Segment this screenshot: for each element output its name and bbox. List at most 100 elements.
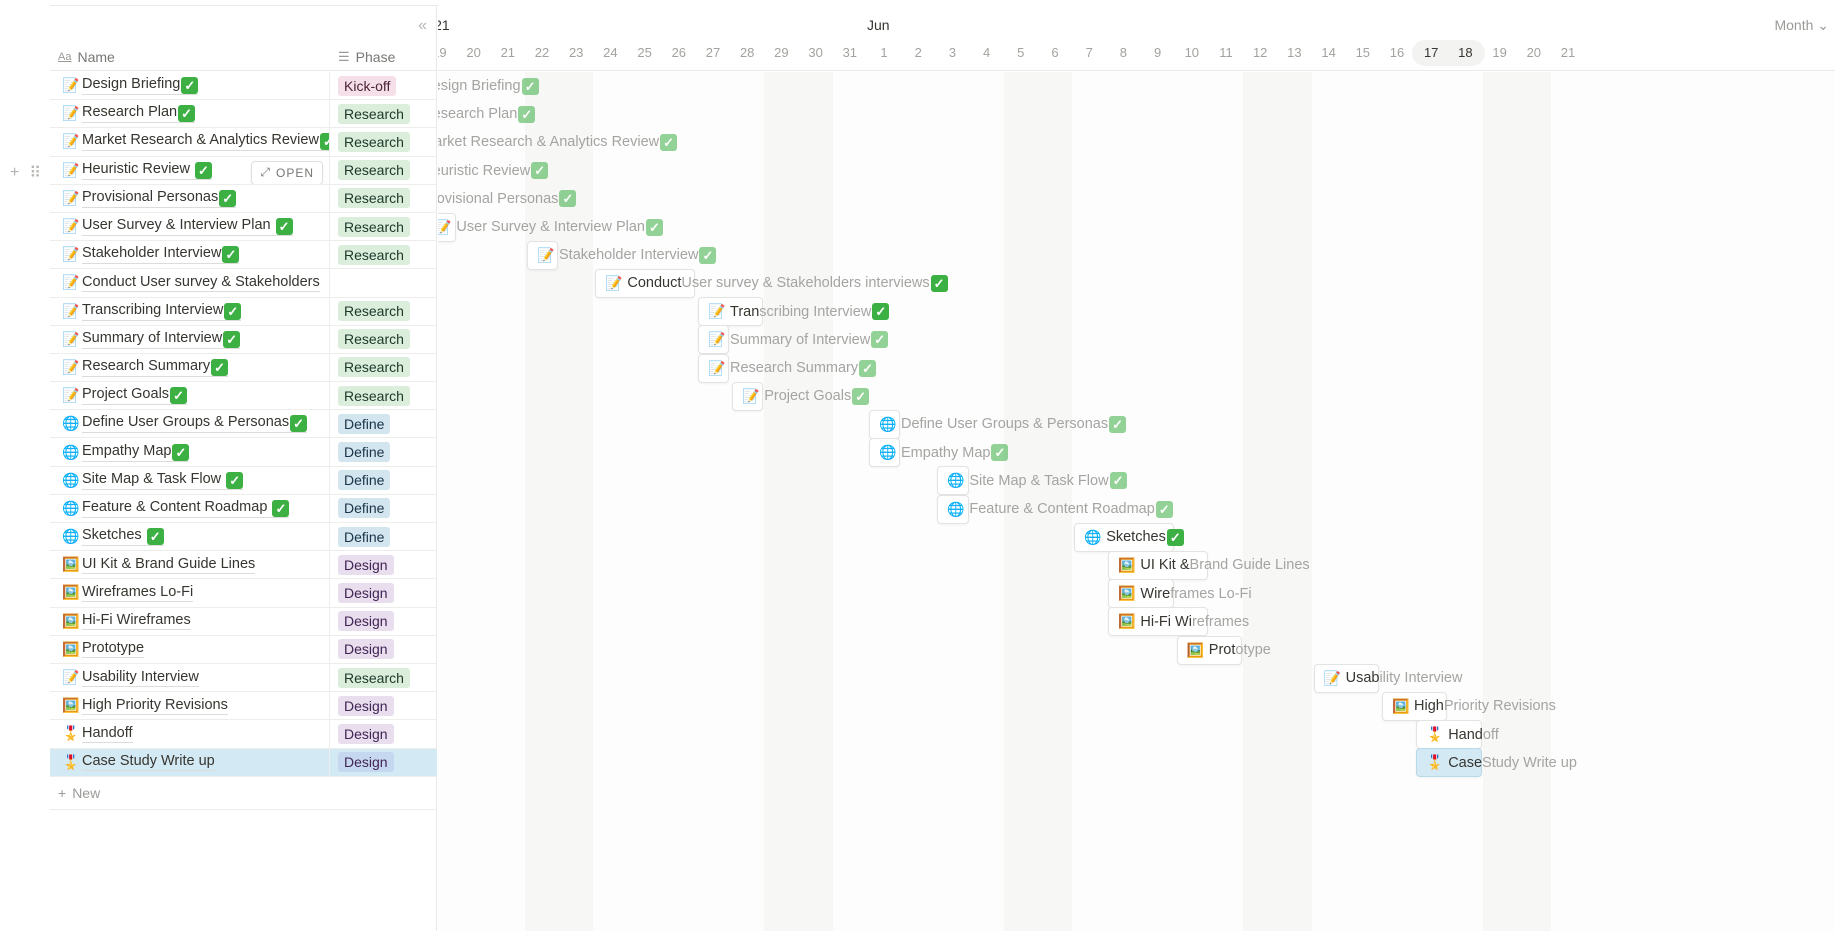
table-row[interactable]: 📝 Research Summary ✓ Research [50, 353, 437, 383]
timeline-bar[interactable] [1074, 522, 1174, 552]
table-row[interactable]: 📝 Summary of Interview ✓ Research [50, 325, 437, 354]
task-name[interactable]: Summary of Interview ✓ [82, 330, 241, 349]
collapse-table-icon[interactable]: « [418, 17, 427, 35]
timeline-bar[interactable] [698, 297, 764, 327]
name-cell[interactable]: 📝Market Research & Analytics Review✓ [50, 128, 330, 156]
name-cell[interactable]: 📝 User Survey & Interview Plan ✓ [50, 212, 330, 241]
table-row[interactable]: 📝 Provisional Personas ✓ Research [50, 184, 437, 213]
name-cell[interactable]: 🌐 Define User Groups & Personas ✓ [50, 410, 330, 438]
name-cell[interactable]: 📝 Project Goals ✓ [50, 382, 330, 410]
task-name[interactable]: High Priority Revisions [82, 697, 228, 715]
phase-cell[interactable]: Research [330, 326, 437, 353]
task-name[interactable]: Heuristic Review ✓ [82, 161, 212, 180]
timeline-bar[interactable] [1108, 550, 1208, 580]
timeline-bar[interactable] [869, 438, 901, 468]
timeline-bar[interactable] [527, 240, 559, 270]
task-name[interactable]: User Survey & Interview Plan ✓ [82, 217, 293, 237]
task-name[interactable]: UI Kit & Brand Guide Lines [82, 556, 256, 574]
phase-cell[interactable]: Define [330, 438, 437, 465]
table-row[interactable]: 🎖️ Case Study Write up Design [50, 748, 437, 777]
name-cell[interactable]: 📝 Transcribing Interview ✓ [50, 297, 330, 325]
name-cell[interactable]: 🎖️ Case Study Write up [50, 748, 330, 776]
name-cell[interactable]: 📝 Stakeholder Interview ✓ [50, 241, 330, 269]
timeline-bar[interactable] [698, 353, 730, 383]
task-name[interactable]: Define User Groups & Personas ✓ [82, 414, 308, 434]
add-row-icon[interactable]: + [10, 164, 19, 182]
task-name[interactable]: Case Study Write up [82, 753, 215, 772]
task-name[interactable]: Research Plan ✓ [82, 104, 196, 124]
table-row[interactable]: 🖼️ Hi-Fi Wireframes Design [50, 607, 437, 636]
phase-cell[interactable]: Design [330, 720, 437, 747]
phase-cell[interactable]: Research [330, 241, 437, 268]
timeline-bar[interactable] [732, 381, 764, 411]
phase-cell[interactable]: Design [330, 608, 437, 635]
table-row[interactable]: 🌐 Site Map & Task Flow ✓ Define [50, 466, 437, 495]
name-cell[interactable]: 📝 Conduct User survey & Stakeholders [50, 269, 330, 297]
name-cell[interactable]: 📝 Summary of Interview ✓ [50, 325, 330, 353]
timeline-bar[interactable] [937, 494, 969, 524]
phase-cell[interactable] [330, 269, 437, 296]
table-row[interactable]: 📝 User Survey & Interview Plan ✓ Research [50, 212, 437, 242]
table-row[interactable]: 🖼️ High Priority Revisions Design [50, 692, 437, 721]
table-row[interactable]: + ⠿ 📝 Heuristic Review ✓ ⤢ OPEN Research [10, 156, 437, 185]
timeline-bar[interactable] [937, 466, 969, 496]
phase-cell[interactable]: Define [330, 467, 437, 494]
table-row[interactable]: 🎖️ Handoff Design [50, 720, 437, 749]
name-cell[interactable]: 🌐 Empathy Map ✓ [50, 438, 330, 466]
task-name[interactable]: Stakeholder Interview ✓ [82, 245, 240, 265]
phase-cell[interactable]: Define [330, 523, 437, 550]
phase-cell[interactable]: Design [330, 636, 437, 663]
timeline-bar[interactable] [438, 212, 456, 242]
table-row[interactable]: 🌐 Sketches ✓ Define [50, 523, 437, 552]
phase-cell[interactable]: Research [330, 128, 437, 155]
table-row[interactable]: 🖼️ UI Kit & Brand Guide Lines Design [50, 551, 437, 580]
name-cell[interactable]: 📝 Usability Interview [50, 663, 330, 692]
task-name[interactable]: Site Map & Task Flow ✓ [82, 471, 244, 490]
name-cell[interactable]: 📝 Heuristic Review ✓ ⤢ OPEN [50, 156, 330, 184]
name-cell[interactable]: 🌐 Feature & Content Roadmap ✓ [50, 494, 330, 522]
name-cell[interactable]: 🖼️ Hi-Fi Wireframes [50, 607, 330, 635]
table-row[interactable]: 🌐 Feature & Content Roadmap ✓ Define [50, 494, 437, 523]
phase-cell[interactable]: Design [330, 551, 437, 578]
table-row[interactable]: 📝 Design Briefing ✓ Kick-off [50, 72, 437, 101]
timeline-bar[interactable] [1176, 635, 1243, 665]
timeline-bar[interactable] [595, 268, 695, 298]
table-row[interactable]: 📝 Research Plan ✓ Research [50, 100, 437, 129]
timeline-bar[interactable] [1108, 607, 1208, 637]
phase-cell[interactable]: Define [330, 495, 437, 522]
name-cell[interactable]: 📝 Provisional Personas ✓ [50, 184, 330, 212]
name-cell[interactable]: 🌐 Sketches ✓ [50, 523, 330, 551]
table-row[interactable]: 🖼️ Prototype Design [50, 635, 437, 664]
phase-cell[interactable]: Research [330, 354, 437, 381]
task-name[interactable]: Handoff [82, 725, 133, 743]
column-header-name[interactable]: Aa Name [50, 43, 330, 70]
view-range-select[interactable]: Month ⌄ [1774, 17, 1829, 34]
task-name[interactable]: Sketches ✓ [82, 527, 164, 547]
phase-cell[interactable]: Research [330, 157, 437, 184]
table-row[interactable]: 📝 Usability Interview Research [50, 663, 437, 693]
name-cell[interactable]: 🎖️ Handoff [50, 720, 330, 748]
task-name[interactable]: Provisional Personas ✓ [82, 189, 237, 208]
timeline-bar[interactable] [1108, 579, 1174, 609]
phase-cell[interactable]: Research [330, 213, 437, 240]
name-cell[interactable]: 📝 Research Plan ✓ [50, 100, 330, 128]
name-cell[interactable]: 🌐 Site Map & Task Flow ✓ [50, 466, 330, 494]
task-name[interactable]: Feature & Content Roadmap ✓ [82, 499, 290, 518]
timeline-bar[interactable] [1416, 720, 1482, 750]
drag-handle-icon[interactable]: ⠿ [29, 163, 41, 183]
task-name[interactable]: Market Research & Analytics Review✓ [82, 132, 329, 152]
name-cell[interactable]: 🖼️ High Priority Revisions [50, 692, 330, 720]
phase-cell[interactable]: Research [330, 664, 437, 691]
task-name[interactable]: Conduct User survey & Stakeholders [82, 274, 320, 292]
name-cell[interactable]: 📝 Design Briefing ✓ [50, 72, 330, 100]
name-cell[interactable]: 🖼️ Wireframes Lo-Fi [50, 579, 330, 607]
name-cell[interactable]: 🖼️ UI Kit & Brand Guide Lines [50, 551, 330, 579]
task-name[interactable]: Wireframes Lo-Fi [82, 584, 194, 602]
phase-cell[interactable]: Research [330, 185, 437, 212]
table-row[interactable]: 🌐 Define User Groups & Personas ✓ Define [50, 410, 437, 439]
timeline-bar[interactable] [1313, 663, 1379, 693]
phase-cell[interactable]: Define [330, 410, 437, 437]
table-row[interactable]: 📝 Stakeholder Interview ✓ Research [50, 241, 437, 270]
task-name[interactable]: Prototype [82, 640, 145, 659]
table-row[interactable]: 📝Market Research & Analytics Review✓ Rese… [50, 128, 437, 157]
